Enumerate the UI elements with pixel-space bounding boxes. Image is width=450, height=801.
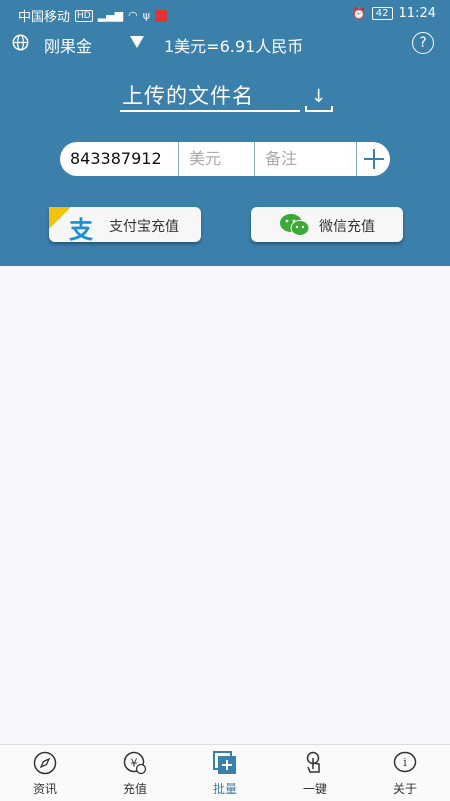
add-button[interactable] xyxy=(356,142,390,176)
tab-batch[interactable]: 批量 xyxy=(195,751,255,797)
usd-amount-field[interactable]: 美元 xyxy=(178,142,254,176)
account-name[interactable]: 刚果金 xyxy=(44,33,92,57)
wechat-recharge-label: 微信充值 xyxy=(319,219,375,235)
alarm-icon: ⏰ xyxy=(352,7,366,20)
tab-news-label: 资讯 xyxy=(32,782,57,796)
top-panel: 刚果金 1美元=6.91人民币 ? 上传的文件名 ↓ 843387912 美元 … xyxy=(0,28,450,266)
alipay-recharge-button[interactable]: 支 支付宝充值 xyxy=(49,207,201,244)
header-row: 刚果金 1美元=6.91人民币 ? xyxy=(0,28,450,58)
wechat-recharge-button[interactable]: 微信充值 xyxy=(251,207,403,242)
tab-batch-label: 批量 xyxy=(212,782,237,796)
svg-text:i: i xyxy=(403,756,407,769)
wechat-logo-icon xyxy=(280,214,310,236)
bottom-tab-bar: 资讯 ¥ 充值 批量 一键 i 关于 xyxy=(0,744,450,801)
usb-icon: ψ xyxy=(142,9,150,22)
compass-icon xyxy=(33,751,57,775)
tab-about-label: 关于 xyxy=(392,782,417,796)
info-icon: i xyxy=(393,751,417,773)
download-button[interactable]: ↓ xyxy=(305,86,333,112)
tab-one-touch-label: 一键 xyxy=(302,782,327,796)
download-arrow-icon: ↓ xyxy=(311,86,327,107)
account-id-field[interactable]: 843387912 xyxy=(60,142,178,176)
batch-add-icon xyxy=(213,751,236,774)
lightning-badge-icon xyxy=(49,207,71,229)
battery-icon: 42 xyxy=(371,7,393,20)
tab-recharge-label: 充值 xyxy=(122,782,147,796)
exchange-rate: 1美元=6.91人民币 xyxy=(164,37,304,56)
note-field[interactable]: 备注 xyxy=(254,142,356,176)
carrier-label: 中国移动 xyxy=(18,10,71,25)
globe-icon[interactable] xyxy=(12,34,29,51)
yen-coin-icon: ¥ xyxy=(123,751,147,775)
tab-recharge[interactable]: ¥ 充值 xyxy=(105,751,165,797)
upload-filename-label[interactable]: 上传的文件名 xyxy=(122,80,254,110)
wifi-icon: ◠ xyxy=(128,9,138,22)
tab-about[interactable]: i 关于 xyxy=(375,751,435,797)
hd-icon: HD xyxy=(75,9,93,22)
clock: 11:24 xyxy=(398,6,436,21)
alipay-recharge-label: 支付宝充值 xyxy=(109,219,179,235)
tab-one-touch[interactable]: 一键 xyxy=(285,751,345,797)
batch-list-area xyxy=(0,266,450,744)
alipay-logo-icon: 支 xyxy=(69,216,93,244)
signal-icon: ▂▄▆ xyxy=(97,9,124,22)
battery-level: 42 xyxy=(371,7,393,20)
one-touch-icon xyxy=(306,751,320,773)
status-bar: 中国移动 HD ▂▄▆ ◠ ψ ⏰ 42 11:24 xyxy=(0,0,450,28)
recharge-input-row: 843387912 美元 备注 xyxy=(60,142,390,176)
notification-icon xyxy=(154,9,167,22)
help-button[interactable]: ? xyxy=(412,32,434,54)
dropdown-triangle-icon[interactable] xyxy=(130,36,144,48)
tab-news[interactable]: 资讯 xyxy=(15,751,75,797)
filename-underline xyxy=(120,110,300,112)
